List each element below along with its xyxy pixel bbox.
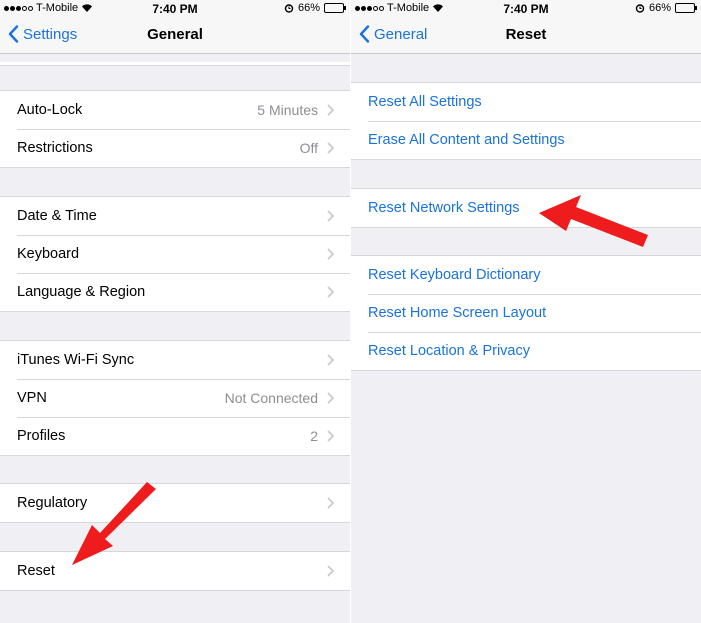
settings-group: iTunes Wi-Fi Sync VPN Not Connected Profile… xyxy=(0,340,350,456)
row-label: Reset Home Screen Layout xyxy=(368,305,547,321)
partial-group xyxy=(0,62,350,66)
chevron-right-icon xyxy=(327,286,334,298)
row-label: Reset All Settings xyxy=(368,94,482,110)
back-button-label: General xyxy=(374,25,428,43)
chevron-right-icon xyxy=(327,354,334,366)
navigation-bar: General Reset xyxy=(351,18,701,54)
chevron-right-icon xyxy=(327,497,334,509)
row-value: Not Connected xyxy=(224,390,318,406)
row-reset-all-settings[interactable]: Reset All Settings xyxy=(351,83,701,121)
settings-group: Auto-Lock 5 Minutes Restrictions Off xyxy=(0,90,350,168)
chevron-right-icon xyxy=(327,104,334,116)
status-bar: T-Mobile 7:40 PM 66% xyxy=(0,0,350,18)
reset-screen: T-Mobile 7:40 PM 66% General Reset Reset… xyxy=(350,0,701,623)
row-erase-all-content-and-settings[interactable]: Erase All Content and Settings xyxy=(351,121,701,159)
row-label: Reset Location & Privacy xyxy=(368,343,530,359)
row-label: VPN xyxy=(17,390,47,406)
row-label: Regulatory xyxy=(17,495,88,511)
row-vpn[interactable]: VPN Not Connected xyxy=(0,379,350,417)
back-button-label: Settings xyxy=(23,25,78,43)
row-reset[interactable]: Reset xyxy=(0,552,350,590)
row-label: Erase All Content and Settings xyxy=(368,132,565,148)
chevron-left-icon xyxy=(8,25,19,43)
row-reset-network-settings[interactable]: Reset Network Settings xyxy=(351,189,701,227)
settings-group: Reset xyxy=(0,551,350,591)
chevron-left-icon xyxy=(359,25,370,43)
row-label: Language & Region xyxy=(17,284,146,300)
row-label: iTunes Wi-Fi Sync xyxy=(17,352,135,368)
row-reset-location-and-privacy[interactable]: Reset Location & Privacy xyxy=(351,332,701,370)
general-screen: T-Mobile 7:40 PM 66% Settings General Au… xyxy=(0,0,350,623)
row-date-and-time[interactable]: Date & Time xyxy=(0,197,350,235)
alarm-icon xyxy=(284,4,294,13)
row-itunes-wi-fi-sync[interactable]: iTunes Wi-Fi Sync xyxy=(0,341,350,379)
row-language-and-region[interactable]: Language & Region xyxy=(0,273,350,311)
battery-icon xyxy=(675,3,697,13)
row-reset-home-screen-layout[interactable]: Reset Home Screen Layout xyxy=(351,294,701,332)
battery-icon xyxy=(324,3,346,13)
settings-group: Reset Network Settings xyxy=(351,188,701,228)
row-value: 2 xyxy=(310,428,318,444)
chevron-right-icon xyxy=(327,392,334,404)
row-value: Off xyxy=(299,140,318,156)
status-bar: T-Mobile 7:40 PM 66% xyxy=(351,0,701,18)
chevron-right-icon xyxy=(327,248,334,260)
row-reset-keyboard-dictionary[interactable]: Reset Keyboard Dictionary xyxy=(351,256,701,294)
back-button[interactable]: General xyxy=(359,25,427,43)
battery-percent: 66% xyxy=(297,2,320,14)
chevron-right-icon xyxy=(327,142,334,154)
alarm-icon xyxy=(635,4,645,13)
navigation-bar: Settings General xyxy=(0,18,350,54)
row-label: Reset Keyboard Dictionary xyxy=(368,267,541,283)
row-keyboard[interactable]: Keyboard xyxy=(0,235,350,273)
settings-group: Date & Time Keyboard Language & Region xyxy=(0,196,350,312)
row-regulatory[interactable]: Regulatory xyxy=(0,484,350,522)
row-profiles[interactable]: Profiles 2 xyxy=(0,417,350,455)
chevron-right-icon xyxy=(327,565,334,577)
settings-group: Regulatory xyxy=(0,483,350,523)
chevron-right-icon xyxy=(327,210,334,222)
row-label: Reset xyxy=(17,563,55,579)
settings-group: Reset Keyboard Dictionary Reset Home Scre… xyxy=(351,255,701,371)
row-restrictions[interactable]: Restrictions Off xyxy=(0,129,350,167)
battery-percent: 66% xyxy=(648,2,671,14)
row-label: Reset Network Settings xyxy=(368,200,520,216)
settings-group: Reset All Settings Erase All Content and … xyxy=(351,82,701,160)
row-label: Date & Time xyxy=(17,208,97,224)
chevron-right-icon xyxy=(327,430,334,442)
row-label: Auto-Lock xyxy=(17,102,83,118)
row-auto-lock[interactable]: Auto-Lock 5 Minutes xyxy=(0,91,350,129)
back-button[interactable]: Settings xyxy=(8,25,77,43)
row-label: Profiles xyxy=(17,428,66,444)
row-label: Restrictions xyxy=(17,140,93,156)
row-value: 5 Minutes xyxy=(257,102,318,118)
row-label: Keyboard xyxy=(17,246,80,262)
